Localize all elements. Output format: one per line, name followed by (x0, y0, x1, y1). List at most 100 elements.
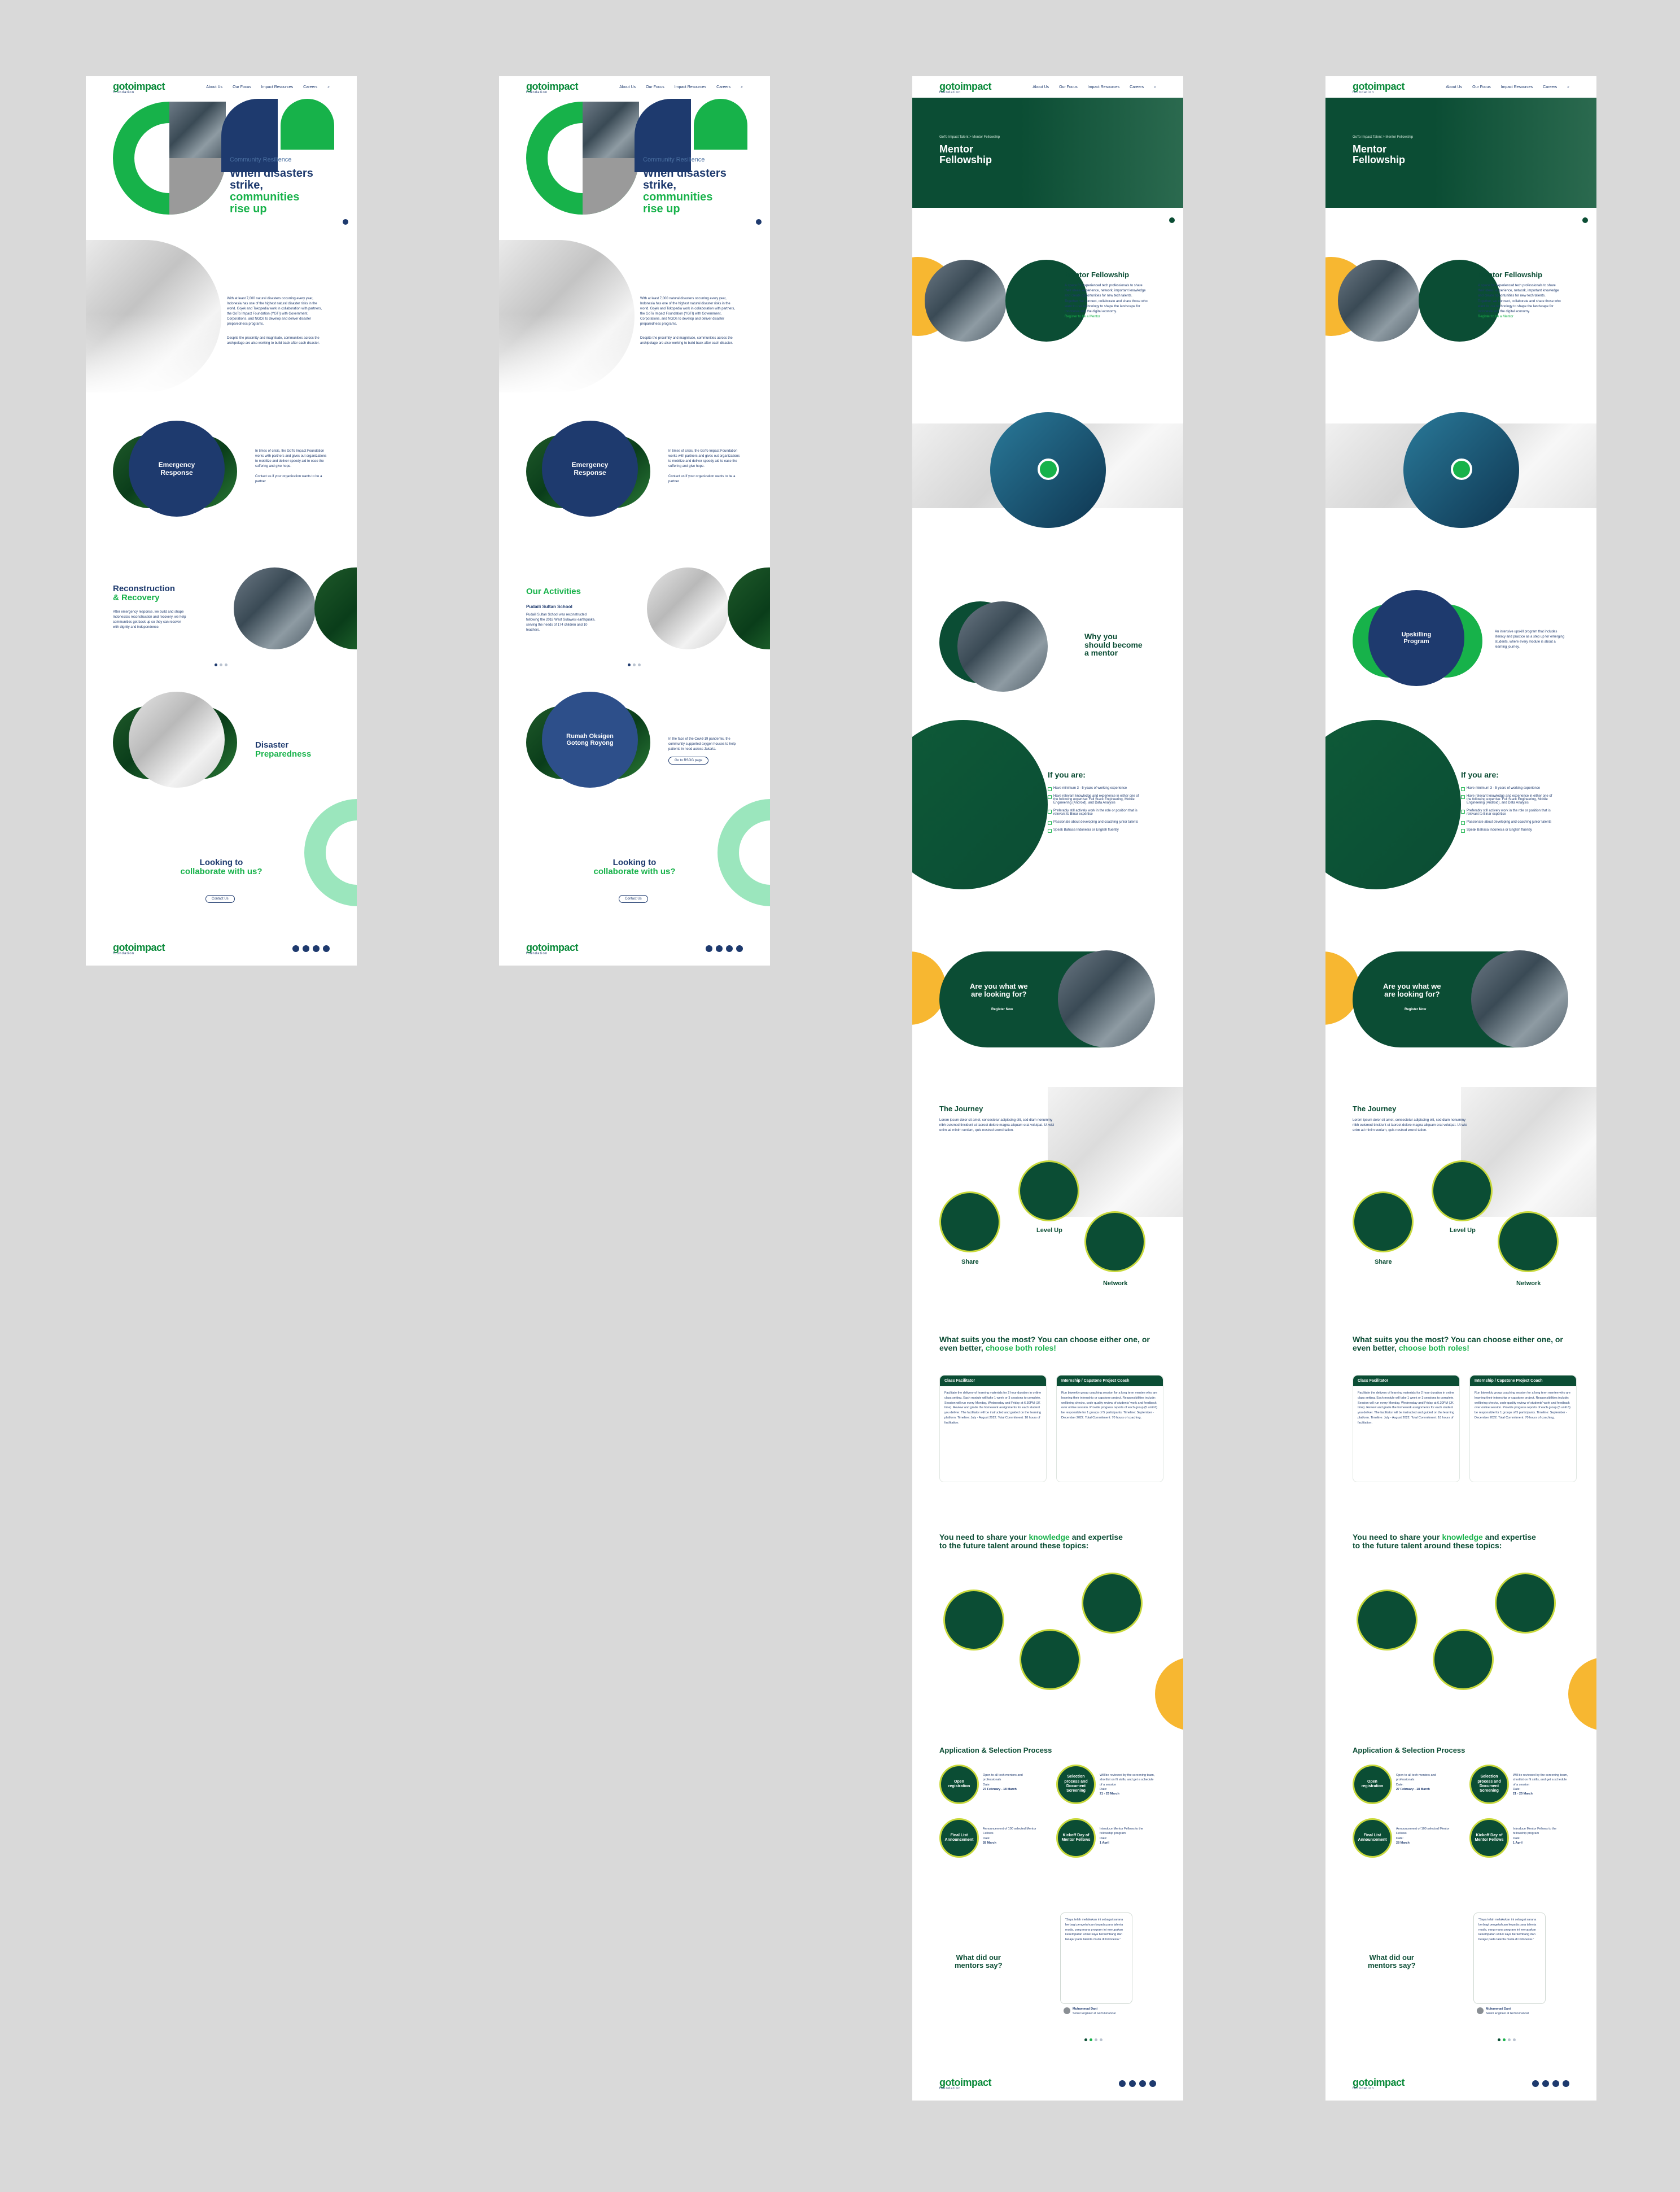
linkedin-icon[interactable] (1563, 2080, 1569, 2087)
contact-us-button[interactable]: Contact Us (205, 895, 235, 903)
footer-logo[interactable]: gotoimpact foundation (939, 2077, 992, 2090)
youtube-icon[interactable] (292, 945, 299, 952)
facebook-icon[interactable] (1129, 2080, 1136, 2087)
oxygen-page-button[interactable]: Go to RSOG page (668, 757, 709, 765)
process-step-text: Open to all tech mentors and professiona… (1396, 1774, 1436, 1791)
carousel-dots-testimonial[interactable] (1084, 2038, 1102, 2041)
footer-logo[interactable]: gotoimpact foundation (113, 942, 165, 955)
youtube-icon[interactable] (1119, 2080, 1126, 2087)
menu-careers[interactable]: Careers (1130, 85, 1144, 90)
menu-about[interactable]: About Us (1446, 85, 1462, 90)
breadcrumb[interactable]: GoTo Impact Talent > Mentor Fellowship (939, 136, 1000, 139)
brand-logo[interactable]: gotoimpact foundation (526, 81, 579, 94)
menu-resources[interactable]: Impact Resources (1501, 85, 1533, 90)
prep-photo[interactable] (129, 692, 225, 788)
footer-logo[interactable]: gotoimpact foundation (526, 942, 579, 955)
youtube-icon[interactable] (1532, 2080, 1539, 2087)
menu-focus[interactable]: Our Focus (233, 85, 251, 90)
role-card-text: Facilitate the delivery of learning mate… (944, 1391, 1042, 1425)
carousel-dots-testimonial[interactable] (1498, 2038, 1516, 2041)
facebook-icon[interactable] (1542, 2080, 1549, 2087)
scroll-arrow-icon[interactable] (1582, 217, 1588, 223)
instagram-icon[interactable] (1552, 2080, 1559, 2087)
menu-focus[interactable]: Our Focus (1472, 85, 1491, 90)
topics-yellow-circle (1568, 1657, 1596, 1731)
linkedin-icon[interactable] (1149, 2080, 1156, 2087)
requirement-item: Speak Bahasa Indonesia or English fluent… (1048, 828, 1144, 833)
emergency-link[interactable]: Contact us if your organization wants to… (255, 474, 329, 484)
menu-focus[interactable]: Our Focus (646, 85, 664, 90)
journey-step-share: Share (961, 1259, 979, 1265)
register-mentor-link[interactable]: Register to be a Mentor (1065, 315, 1149, 320)
role-card-title: Class Facilitator (940, 1376, 1046, 1386)
linkedin-icon[interactable] (323, 945, 330, 952)
emergency-response-card[interactable]: Emergency Response (129, 421, 225, 517)
menu-resources[interactable]: Impact Resources (261, 85, 293, 90)
instagram-icon[interactable] (726, 945, 733, 952)
brand-logo[interactable]: gotoimpact foundation (1353, 81, 1405, 94)
role-card-facilitator[interactable]: Class Facilitator Facilitate the deliver… (1353, 1375, 1460, 1482)
role-card-title: Internship / Capstone Project Coach (1470, 1376, 1576, 1386)
search-icon[interactable]: ⌕ (1567, 85, 1569, 90)
scroll-arrow-icon[interactable] (343, 219, 348, 225)
footer: gotoimpact foundation (499, 932, 770, 966)
menu-about[interactable]: About Us (1032, 85, 1049, 90)
page-mentor-fellowship: gotoimpact foundation About Us Our Focus … (912, 76, 1183, 2101)
scroll-arrow-icon[interactable] (1169, 217, 1175, 223)
facebook-icon[interactable] (716, 945, 723, 952)
oxygen-text: In the face of the Covid-19 pandemic, th… (668, 737, 736, 751)
role-card-coach[interactable]: Internship / Capstone Project Coach Run … (1056, 1375, 1163, 1482)
analytics-icon (1495, 1573, 1556, 1634)
testimonial-role: Senior Engineer at GoTo Financial (1486, 2012, 1529, 2015)
play-icon[interactable] (1038, 459, 1059, 480)
upskilling-program-card[interactable]: Upskilling Program (1368, 590, 1464, 686)
contact-us-button[interactable]: Contact Us (619, 895, 648, 903)
top-nav: gotoimpact foundation About Us Our Focus … (1325, 76, 1596, 99)
menu-careers[interactable]: Careers (303, 85, 317, 90)
menu-resources[interactable]: Impact Resources (1088, 85, 1119, 90)
process-title: Application & Selection Process (939, 1746, 1052, 1754)
footer: gotoimpact foundation (86, 932, 357, 966)
register-now-button[interactable]: Register Now (991, 1008, 1013, 1011)
role-card-coach[interactable]: Internship / Capstone Project Coach Run … (1469, 1375, 1577, 1482)
carousel-dots-reco[interactable] (215, 663, 228, 666)
scroll-arrow-icon[interactable] (756, 219, 762, 225)
brand-logo[interactable]: gotoimpact foundation (939, 81, 992, 94)
footer: gotoimpact foundation (912, 2067, 1183, 2101)
menu-careers[interactable]: Careers (716, 85, 730, 90)
requirement-list: Have minimum 3 - 5 years of working expe… (1461, 787, 1557, 836)
oxygen-house-card[interactable]: Rumah Oksigen Gotong Royong (542, 692, 638, 788)
roles-title: What suits you the most? You can choose … (1353, 1335, 1563, 1352)
if-photo-circle (912, 720, 1048, 889)
register-now-button[interactable]: Register Now (1405, 1008, 1426, 1011)
search-icon[interactable]: ⌕ (741, 85, 743, 90)
intro-text-2: Together, we connect, collaborate and sh… (1065, 300, 1148, 313)
role-card-facilitator[interactable]: Class Facilitator Facilitate the deliver… (939, 1375, 1047, 1482)
breadcrumb[interactable]: GoTo Impact Talent > Mentor Fellowship (1353, 136, 1413, 139)
carousel-dots-activities[interactable] (628, 663, 641, 666)
menu-careers[interactable]: Careers (1543, 85, 1557, 90)
youtube-icon[interactable] (706, 945, 712, 952)
hero-green-shape (281, 99, 334, 150)
menu-focus[interactable]: Our Focus (1059, 85, 1078, 90)
register-mentor-link[interactable]: Register to be a Mentor (1478, 315, 1563, 320)
emergency-link[interactable]: Contact us if your organization wants to… (668, 474, 742, 484)
facebook-icon[interactable] (303, 945, 309, 952)
menu-about[interactable]: About Us (619, 85, 636, 90)
footer-logo[interactable]: gotoimpact foundation (1353, 2077, 1405, 2090)
search-icon[interactable]: ⌕ (327, 85, 330, 90)
play-icon[interactable] (1451, 459, 1472, 480)
requirement-item: Have relevant knowledge and experience i… (1048, 794, 1144, 805)
instagram-icon[interactable] (1139, 2080, 1146, 2087)
page-mentor-fellowship-upskilling: gotoimpact foundation About Us Our Focus … (1325, 76, 1596, 2101)
instagram-icon[interactable] (313, 945, 320, 952)
process-step-text: Will be reviewed by the screening team, … (1100, 1774, 1155, 1796)
menu-resources[interactable]: Impact Resources (675, 85, 706, 90)
process-step-text: Announcement of 100 selected Mentor Fell… (983, 1827, 1036, 1845)
requirement-item: Have minimum 3 - 5 years of working expe… (1461, 787, 1557, 791)
brand-logo[interactable]: gotoimpact foundation (113, 81, 165, 94)
menu-about[interactable]: About Us (206, 85, 222, 90)
search-icon[interactable]: ⌕ (1154, 85, 1156, 90)
linkedin-icon[interactable] (736, 945, 743, 952)
emergency-response-card[interactable]: Emergency Response (542, 421, 638, 517)
